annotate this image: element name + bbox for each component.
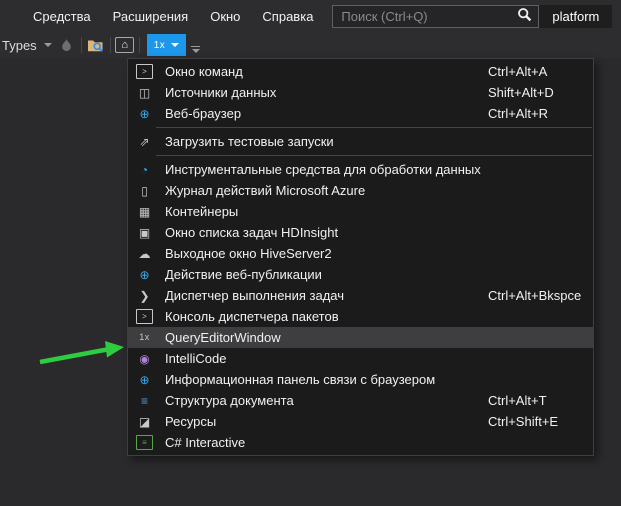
- menu-item-label: Действие веб-публикации: [165, 267, 322, 282]
- hiveserver2-output-icon: ☁: [136, 246, 153, 261]
- menu-item-label: Ресурсы: [165, 414, 216, 429]
- menubar-item-help[interactable]: Справка: [251, 3, 324, 30]
- search-icon[interactable]: [517, 7, 532, 25]
- menu-item-shortcut: Ctrl+Alt+Bkspce: [488, 288, 581, 303]
- flame-icon[interactable]: [56, 34, 78, 56]
- annotation-arrow: [18, 336, 130, 382]
- task-runner-icon: ❯: [136, 288, 153, 303]
- menu-item-command-window[interactable]: > Окно команд Ctrl+Alt+A: [128, 61, 593, 82]
- query-editor-icon: 1x: [136, 330, 153, 345]
- package-manager-console-icon: >: [136, 309, 153, 324]
- hdinsight-task-list-icon: ▣: [136, 225, 153, 240]
- menu-item-label: Окно команд: [165, 64, 243, 79]
- menu-item-task-runner-explorer[interactable]: ❯ Диспетчер выполнения задач Ctrl+Alt+Bk…: [128, 285, 593, 306]
- menu-item-shortcut: Ctrl+Alt+R: [488, 106, 548, 121]
- types-label: Types: [2, 38, 37, 53]
- menu-item-label: Окно списка задач HDInsight: [165, 225, 338, 240]
- home-glyph: ⌂: [115, 37, 134, 53]
- menu-item-label: IntelliCode: [165, 351, 226, 366]
- menu-item-shortcut: Ctrl+Shift+E: [488, 414, 558, 429]
- menu-item-shortcut: Shift+Alt+D: [488, 85, 554, 100]
- menu-item-package-manager-console[interactable]: > Консоль диспетчера пакетов: [128, 306, 593, 327]
- menu-item-label: Информационная панель связи с браузером: [165, 372, 435, 387]
- menubar-item-extensions[interactable]: Расширения: [102, 3, 200, 30]
- toolbar-overflow-button[interactable]: [191, 46, 200, 53]
- toolbar: Types ⌂ 1x: [0, 32, 621, 58]
- menubar: СредстваРасширенияОкноСправка: [22, 3, 324, 30]
- command-window-icon: >: [136, 64, 153, 79]
- search-box[interactable]: [332, 5, 539, 28]
- csharp-interactive-icon: ≡: [136, 435, 153, 450]
- menu-item-label: Выходное окно HiveServer2: [165, 246, 332, 261]
- home-icon[interactable]: ⌂: [114, 34, 136, 56]
- types-dropdown[interactable]: Types: [2, 38, 52, 53]
- menu-item-document-outline[interactable]: ≡ Структура документа Ctrl+Alt+T: [128, 390, 593, 411]
- toolbar-separator: [139, 37, 140, 53]
- azure-activity-log-icon: ▯: [136, 183, 153, 198]
- load-test-runs-icon: ⇗: [136, 134, 153, 149]
- chevron-down-icon: [171, 43, 179, 47]
- resources-icon: ◪: [136, 414, 153, 429]
- menu-separator: [156, 127, 592, 128]
- intellicode-icon: ◉: [136, 351, 153, 366]
- toolbar-separator: [81, 37, 82, 53]
- menu-item-web-browser[interactable]: ⊕ Веб-браузер Ctrl+Alt+R: [128, 103, 593, 124]
- menu-item-label: Контейнеры: [165, 204, 238, 219]
- document-outline-icon: ≡: [136, 393, 153, 408]
- account-badge[interactable]: platform: [539, 5, 612, 28]
- menu-item-containers[interactable]: ▦ Контейнеры: [128, 201, 593, 222]
- menu-item-csharp-interactive[interactable]: ≡ C# Interactive: [128, 432, 593, 453]
- folder-search-icon[interactable]: [85, 34, 107, 56]
- menu-item-label: Консоль диспетчера пакетов: [165, 309, 339, 324]
- menu-item-label: Загрузить тестовые запуски: [165, 134, 334, 149]
- menu-item-label: Источники данных: [165, 85, 276, 100]
- menu-item-label: C# Interactive: [165, 435, 245, 450]
- menu-item-label: Инструментальные средства для обработки …: [165, 162, 481, 177]
- menubar-item-window[interactable]: Окно: [199, 3, 251, 30]
- menu-separator: [156, 155, 592, 156]
- search-input[interactable]: [341, 9, 517, 24]
- menu-item-resources[interactable]: ◪ Ресурсы Ctrl+Shift+E: [128, 411, 593, 432]
- zoom-level-label: 1x: [154, 40, 166, 51]
- menu-item-browser-link-dashboard[interactable]: ⊕ Информационная панель связи с браузеро…: [128, 369, 593, 390]
- menu-item-web-publish-action[interactable]: ⊕ Действие веб-публикации: [128, 264, 593, 285]
- zoom-1x-dropdown-button[interactable]: 1x: [147, 34, 187, 56]
- menu-item-hdinsight-task-list[interactable]: ▣ Окно списка задач HDInsight: [128, 222, 593, 243]
- chevron-down-icon: [192, 49, 200, 53]
- menu-item-label: Структура документа: [165, 393, 294, 408]
- menu-item-data-sources[interactable]: ◫ Источники данных Shift+Alt+D: [128, 82, 593, 103]
- menu-item-shortcut: Ctrl+Alt+T: [488, 393, 547, 408]
- chevron-down-icon: [44, 43, 52, 47]
- menu-item-label: Диспетчер выполнения задач: [165, 288, 344, 303]
- toolbar-separator: [110, 37, 111, 53]
- menu-item-query-editor-window[interactable]: 1x QueryEditorWindow: [128, 327, 593, 348]
- title-bar: СредстваРасширенияОкноСправка platform: [0, 0, 621, 32]
- data-processing-tools-icon: ◔: [136, 162, 153, 177]
- menu-item-label: QueryEditorWindow: [165, 330, 281, 345]
- web-browser-icon: ⊕: [136, 106, 153, 121]
- menu-item-load-test-runs[interactable]: ⇗ Загрузить тестовые запуски: [128, 131, 593, 152]
- menu-item-label: Журнал действий Microsoft Azure: [165, 183, 365, 198]
- menu-item-azure-activity-log[interactable]: ▯ Журнал действий Microsoft Azure: [128, 180, 593, 201]
- menu-item-label: Веб-браузер: [165, 106, 241, 121]
- menu-item-intellicode[interactable]: ◉ IntelliCode: [128, 348, 593, 369]
- other-windows-dropdown-menu: > Окно команд Ctrl+Alt+A ◫ Источники дан…: [127, 58, 594, 456]
- menu-item-hiveserver2-output[interactable]: ☁ Выходное окно HiveServer2: [128, 243, 593, 264]
- web-publish-action-icon: ⊕: [136, 267, 153, 282]
- menu-item-shortcut: Ctrl+Alt+A: [488, 64, 547, 79]
- menu-item-data-processing-tools[interactable]: ◔ Инструментальные средства для обработк…: [128, 159, 593, 180]
- data-sources-icon: ◫: [136, 85, 153, 100]
- menubar-item-tools[interactable]: Средства: [22, 3, 102, 30]
- containers-icon: ▦: [136, 204, 153, 219]
- browser-link-dashboard-icon: ⊕: [136, 372, 153, 387]
